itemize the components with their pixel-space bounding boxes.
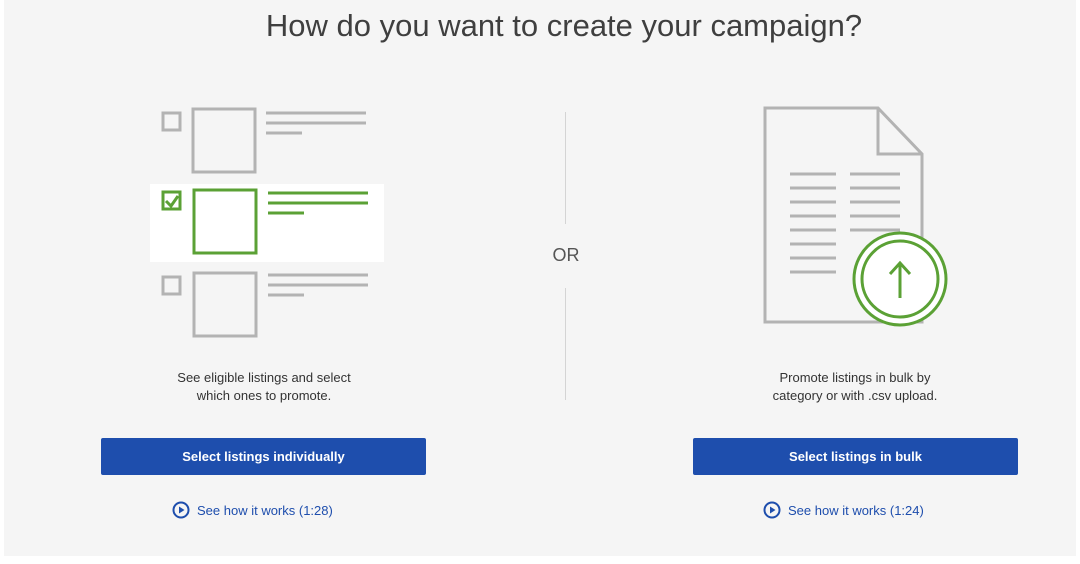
select-individually-button[interactable]: Select listings individually [101,438,426,475]
page-title: How do you want to create your campaign? [265,8,863,43]
individual-video-link[interactable]: See how it works (1:28) [172,500,333,520]
listings-checklist-illustration [150,107,384,338]
play-circle-icon [172,501,190,519]
divider-top [565,112,566,224]
or-separator: OR [552,245,580,265]
individual-description-line2: which ones to promote. [196,388,332,403]
individual-description: See eligible listings and select which o… [104,369,424,405]
bulk-video-link-label: See how it works (1:24) [788,502,924,518]
divider-bottom [565,288,566,400]
bulk-description-line2: category or with .csv upload. [772,388,938,403]
document-upload-illustration [763,106,948,327]
bulk-description-line1: Promote listings in bulk by [779,370,931,385]
individual-video-link-label: See how it works (1:28) [197,502,333,518]
bulk-description: Promote listings in bulk by category or … [695,369,1015,405]
campaign-creation-panel: How do you want to create your campaign?… [4,0,1076,556]
individual-description-line1: See eligible listings and select [177,370,351,385]
bulk-video-link[interactable]: See how it works (1:24) [763,500,924,520]
play-circle-icon [763,501,781,519]
select-bulk-button[interactable]: Select listings in bulk [693,438,1018,475]
